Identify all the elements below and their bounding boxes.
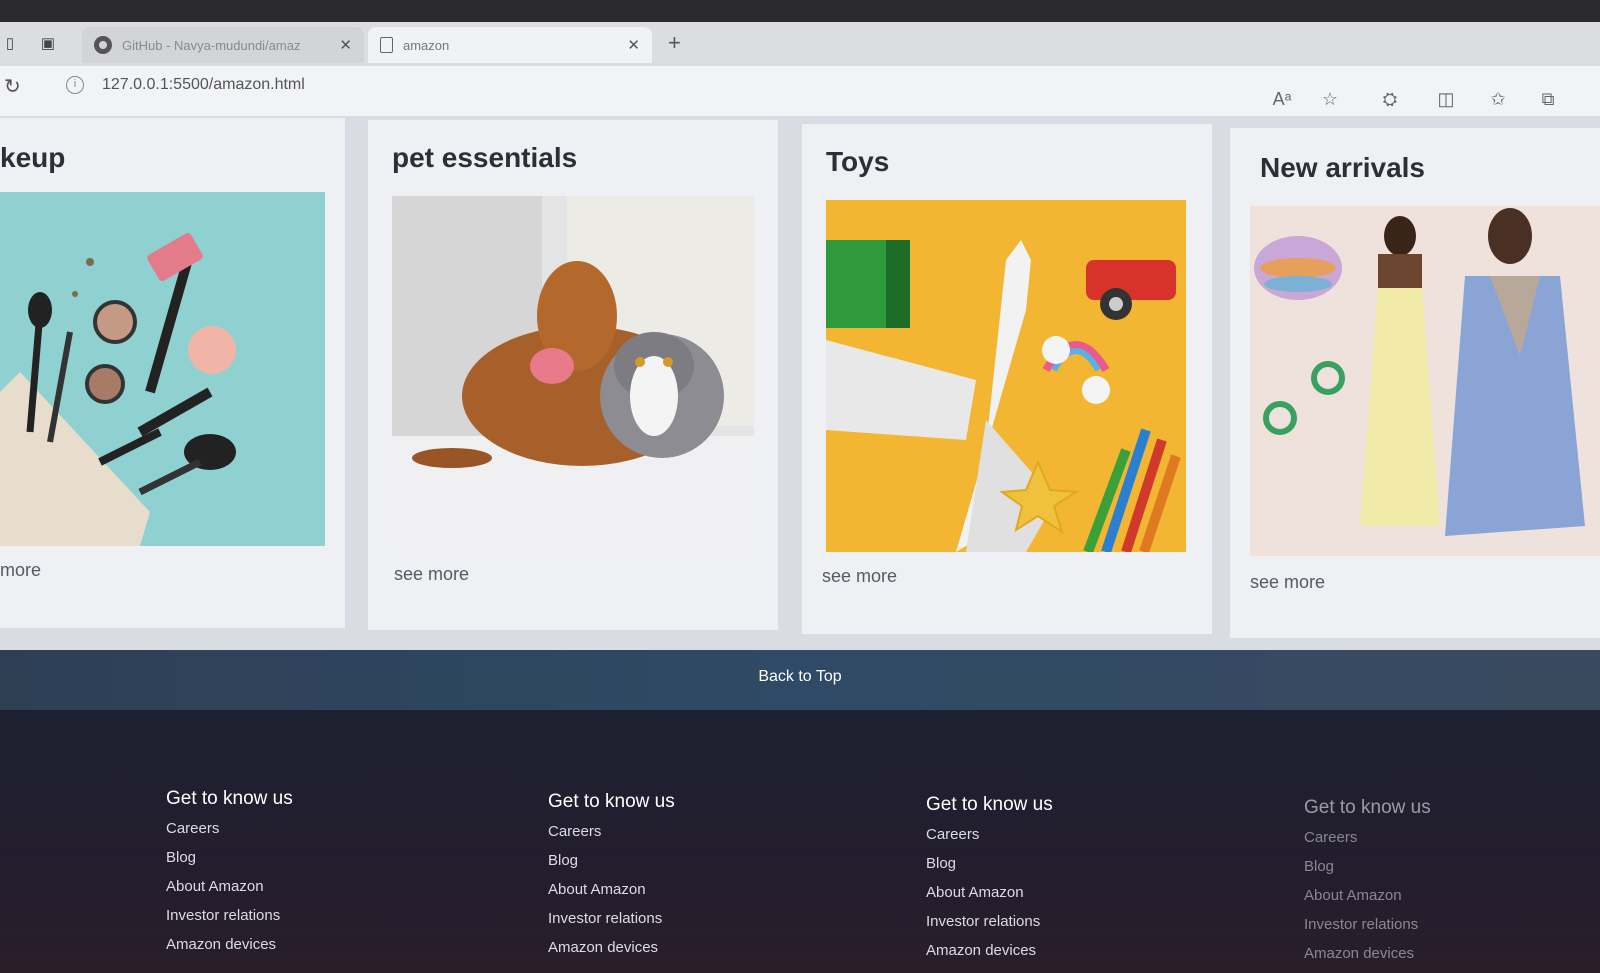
card-title: keup: [0, 142, 66, 173]
see-more-link[interactable]: more: [0, 560, 41, 581]
tab-title: amazon: [403, 37, 450, 53]
category-card-makeup: keup more: [0, 118, 345, 628]
footer-link-blog[interactable]: Blog: [548, 852, 675, 869]
back-to-top-label[interactable]: Back to Top: [758, 668, 841, 686]
category-card-toys: Toys see more: [802, 124, 1212, 634]
footer-link-about-amazon[interactable]: About Amazon: [166, 878, 293, 895]
footer-link-about-amazon[interactable]: About Amazon: [548, 881, 675, 898]
tab-actions-icon[interactable]: ▣: [38, 34, 58, 54]
footer-heading: Get to know us: [926, 794, 1053, 815]
footer-link-blog[interactable]: Blog: [926, 855, 1053, 872]
split-screen-icon[interactable]: ◫: [1434, 88, 1458, 110]
footer-column: Get to know us Careers Blog About Amazon…: [166, 788, 293, 965]
category-card-new-arrivals: New arrivals see more: [1230, 128, 1600, 638]
close-icon[interactable]: ✕: [339, 36, 352, 54]
footer-link-careers[interactable]: Careers: [926, 826, 1053, 843]
footer-heading: Get to know us: [1304, 797, 1431, 818]
footer-link-investor-relations[interactable]: Investor relations: [166, 907, 293, 924]
screen-bezel: [0, 0, 1600, 24]
favorite-icon[interactable]: ☆: [1318, 88, 1342, 110]
pet-essentials-image[interactable]: [392, 196, 754, 548]
reload-icon[interactable]: ↻: [4, 74, 21, 99]
card-title: New arrivals: [1260, 152, 1425, 183]
footer-link-careers[interactable]: Careers: [166, 820, 293, 837]
card-title: Toys: [826, 146, 890, 177]
tab-github[interactable]: GitHub - Navya-mudundi/amaz ✕: [82, 27, 364, 63]
makeup-image[interactable]: [0, 192, 325, 546]
back-to-top-bar[interactable]: Back to Top: [0, 650, 1600, 710]
footer-link-investor-relations[interactable]: Investor relations: [1304, 916, 1431, 933]
footer-link-amazon-devices[interactable]: Amazon devices: [166, 936, 293, 953]
new-tab-button[interactable]: +: [668, 32, 681, 54]
url-field[interactable]: 127.0.0.1:5500/amazon.html: [102, 76, 305, 94]
see-more-link[interactable]: see more: [822, 566, 897, 587]
footer-link-careers[interactable]: Careers: [548, 823, 675, 840]
close-icon[interactable]: ✕: [627, 36, 640, 54]
tab-amazon[interactable]: amazon ✕: [368, 27, 652, 63]
workspaces-icon[interactable]: ▯: [0, 34, 20, 54]
card-title: pet essentials: [392, 142, 578, 173]
footer-column: Get to know us Careers Blog About Amazon…: [1304, 797, 1431, 973]
new-arrivals-image[interactable]: [1250, 206, 1600, 556]
see-more-link[interactable]: see more: [394, 564, 469, 585]
toys-image[interactable]: [826, 200, 1186, 552]
footer-heading: Get to know us: [548, 791, 675, 812]
footer-column: Get to know us Careers Blog About Amazon…: [926, 794, 1053, 971]
footer-link-about-amazon[interactable]: About Amazon: [926, 884, 1053, 901]
favorites-list-icon[interactable]: ✩: [1486, 88, 1510, 110]
footer-link-amazon-devices[interactable]: Amazon devices: [926, 942, 1053, 959]
category-card-pet-essentials: pet essentials see more: [368, 120, 778, 630]
footer-link-careers[interactable]: Careers: [1304, 829, 1431, 846]
footer-column: Get to know us Careers Blog About Amazon…: [548, 791, 675, 968]
site-info-icon[interactable]: i: [66, 76, 84, 94]
document-icon: [380, 37, 393, 53]
read-aloud-icon[interactable]: Aᵃ: [1270, 88, 1294, 110]
github-icon: [94, 36, 112, 54]
see-more-link[interactable]: see more: [1250, 572, 1325, 593]
footer-link-blog[interactable]: Blog: [166, 849, 293, 866]
footer-link-amazon-devices[interactable]: Amazon devices: [548, 939, 675, 956]
footer-link-investor-relations[interactable]: Investor relations: [926, 913, 1053, 930]
footer-link-about-amazon[interactable]: About Amazon: [1304, 887, 1431, 904]
extensions-icon[interactable]: ⛭: [1378, 88, 1402, 110]
collections-icon[interactable]: ⧉: [1536, 88, 1560, 110]
footer-link-investor-relations[interactable]: Investor relations: [548, 910, 675, 927]
footer-link-amazon-devices[interactable]: Amazon devices: [1304, 945, 1431, 962]
footer-heading: Get to know us: [166, 788, 293, 809]
tab-title: GitHub - Navya-mudundi/amaz: [122, 37, 301, 53]
footer-link-blog[interactable]: Blog: [1304, 858, 1431, 875]
